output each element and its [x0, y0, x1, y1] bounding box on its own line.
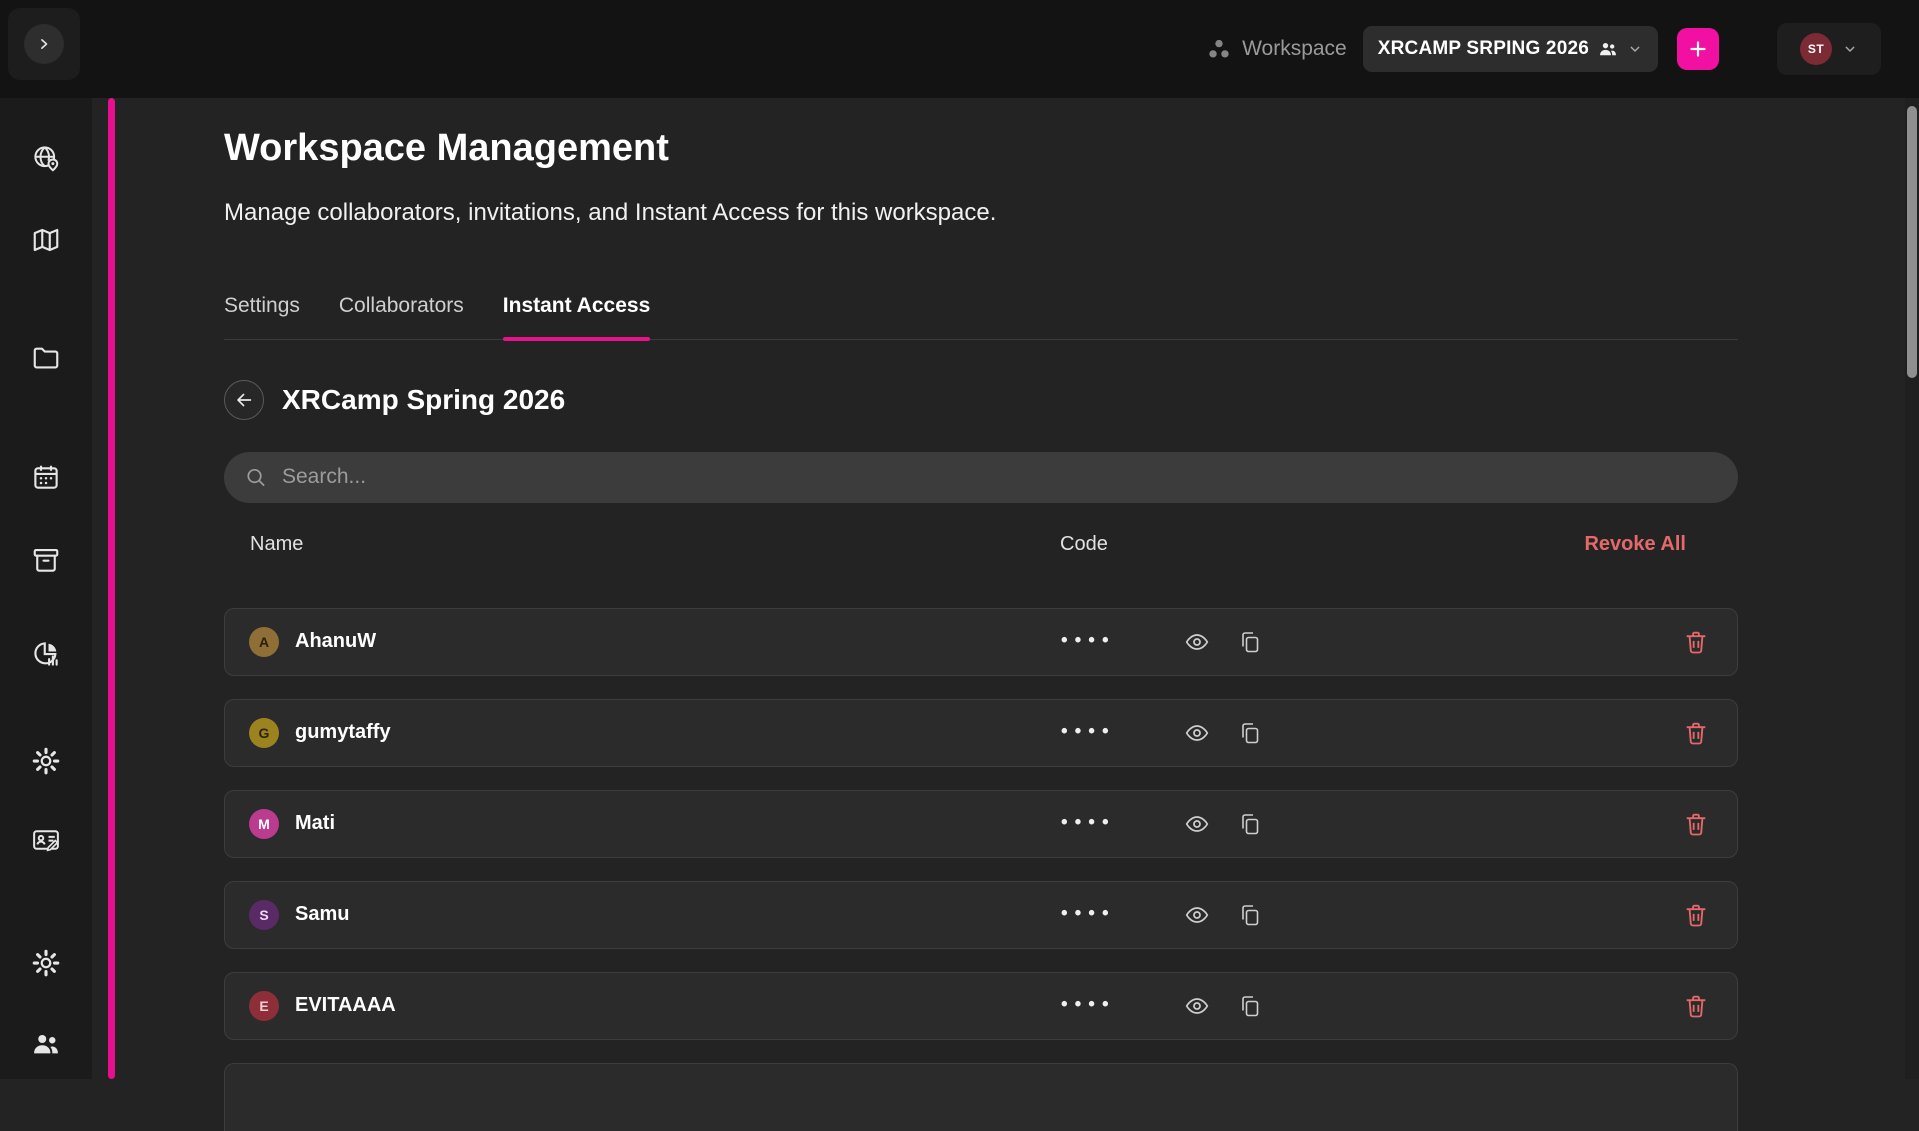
tab-instant-access[interactable]: Instant Access [503, 294, 650, 339]
sidebar-scrollbar[interactable] [108, 98, 115, 1079]
column-header-code: Code [1060, 533, 1108, 556]
archive-icon [31, 545, 61, 575]
workspace-selector-dropdown[interactable]: XRCAMP SRPING 2026 [1363, 26, 1658, 72]
table-row-partial [224, 1063, 1738, 1131]
sidebar-item-members[interactable] [30, 1028, 62, 1060]
copy-code-button[interactable] [1238, 630, 1262, 654]
window-scrollbar-thumb[interactable] [1907, 106, 1917, 378]
table-row: G gumytaffy •••• [224, 699, 1738, 767]
sidebar-expand-button[interactable] [24, 24, 64, 64]
row-name: EVITAAAA [295, 994, 396, 1017]
section-header: XRCamp Spring 2026 [224, 380, 1738, 420]
map-icon [31, 225, 61, 255]
table-row: E EVITAAAA •••• [224, 972, 1738, 1040]
page-subtitle: Manage collaborators, invitations, and I… [224, 198, 1738, 228]
sidebar-item-archive[interactable] [30, 544, 62, 576]
card-edit-icon [31, 825, 61, 855]
tab-bar: Settings Collaborators Instant Access [224, 294, 1738, 340]
reveal-code-button[interactable] [1184, 811, 1210, 837]
workspace-selector-label: XRCAMP SRPING 2026 [1378, 38, 1589, 60]
row-name: gumytaffy [295, 721, 391, 744]
table-row: A AhanuW •••• [224, 608, 1738, 676]
globe-pin-icon [31, 143, 61, 173]
analytics-icon [31, 639, 61, 669]
tab-collaborators[interactable]: Collaborators [339, 294, 464, 339]
copy-code-button[interactable] [1238, 721, 1262, 745]
column-header-name: Name [250, 533, 303, 556]
window-scrollbar-track[interactable] [1905, 98, 1919, 1079]
row-name: Samu [295, 903, 349, 926]
chevron-down-icon [1627, 41, 1643, 57]
access-list: A AhanuW •••• G gumytaffy [224, 608, 1738, 1131]
copy-code-button[interactable] [1238, 994, 1262, 1018]
gear-icon [31, 746, 61, 776]
back-button[interactable] [224, 380, 264, 420]
section-heading: XRCamp Spring 2026 [282, 384, 565, 416]
tab-settings[interactable]: Settings [224, 294, 300, 339]
search-icon [244, 466, 267, 489]
chevron-right-icon [34, 34, 54, 54]
people-icon [1598, 39, 1618, 59]
arrow-left-icon [233, 389, 255, 411]
reveal-code-button[interactable] [1184, 720, 1210, 746]
sidebar-item-card-editor[interactable] [30, 824, 62, 856]
revoke-row-button[interactable] [1682, 810, 1710, 838]
add-button[interactable] [1677, 28, 1719, 70]
table-header: Name Code Revoke All [224, 533, 1738, 561]
content-container: Workspace Management Manage collaborator… [224, 98, 1738, 1131]
gear-icon [31, 948, 61, 978]
sidebar-item-settings[interactable] [30, 745, 62, 777]
row-name: AhanuW [295, 630, 376, 653]
revoke-row-button[interactable] [1682, 719, 1710, 747]
reveal-code-button[interactable] [1184, 993, 1210, 1019]
app-window: Workspace XRCAMP SRPING 2026 ST [0, 0, 1919, 1079]
sidebar-item-maps[interactable] [30, 224, 62, 256]
sidebar-toggle-tile [8, 8, 80, 80]
search-bar [224, 452, 1738, 503]
user-avatar: ST [1800, 33, 1832, 65]
masked-code: •••• [1061, 994, 1116, 1016]
sidebar-item-projects[interactable] [30, 342, 62, 374]
masked-code: •••• [1061, 630, 1116, 652]
topbar-right: Workspace XRCAMP SRPING 2026 ST [1206, 23, 1919, 75]
revoke-row-button[interactable] [1682, 992, 1710, 1020]
folder-icon [31, 343, 61, 373]
search-input[interactable] [224, 452, 1738, 503]
avatar: A [249, 627, 279, 657]
workspace-label: Workspace [1242, 37, 1347, 61]
masked-code: •••• [1061, 721, 1116, 743]
reveal-code-button[interactable] [1184, 629, 1210, 655]
table-row: S Samu •••• [224, 881, 1738, 949]
workspace-label-group: Workspace [1206, 36, 1347, 62]
people-icon [31, 1029, 61, 1059]
topbar: Workspace XRCAMP SRPING 2026 ST [0, 0, 1919, 98]
sidebar-item-preferences[interactable] [30, 947, 62, 979]
sidebar-item-analytics[interactable] [30, 638, 62, 670]
copy-code-button[interactable] [1238, 903, 1262, 927]
avatar: E [249, 991, 279, 1021]
user-menu[interactable]: ST [1777, 23, 1881, 75]
revoke-row-button[interactable] [1682, 628, 1710, 656]
plus-icon [1686, 37, 1710, 61]
reveal-code-button[interactable] [1184, 902, 1210, 928]
masked-code: •••• [1061, 812, 1116, 834]
sidebar-item-calendar[interactable] [30, 461, 62, 493]
avatar: S [249, 900, 279, 930]
masked-code: •••• [1061, 903, 1116, 925]
main-content: Workspace Management Manage collaborator… [92, 98, 1919, 1079]
revoke-row-button[interactable] [1682, 901, 1710, 929]
page-title: Workspace Management [224, 126, 1738, 172]
workspace-cluster-icon [1206, 36, 1232, 62]
table-row: M Mati •••• [224, 790, 1738, 858]
revoke-all-button[interactable]: Revoke All [1584, 529, 1686, 560]
avatar: M [249, 809, 279, 839]
copy-code-button[interactable] [1238, 812, 1262, 836]
chevron-down-icon [1842, 41, 1858, 57]
row-name: Mati [295, 812, 335, 835]
sidebar-item-discover[interactable] [30, 142, 62, 174]
sidebar [0, 98, 92, 1079]
calendar-icon [31, 462, 61, 492]
avatar: G [249, 718, 279, 748]
